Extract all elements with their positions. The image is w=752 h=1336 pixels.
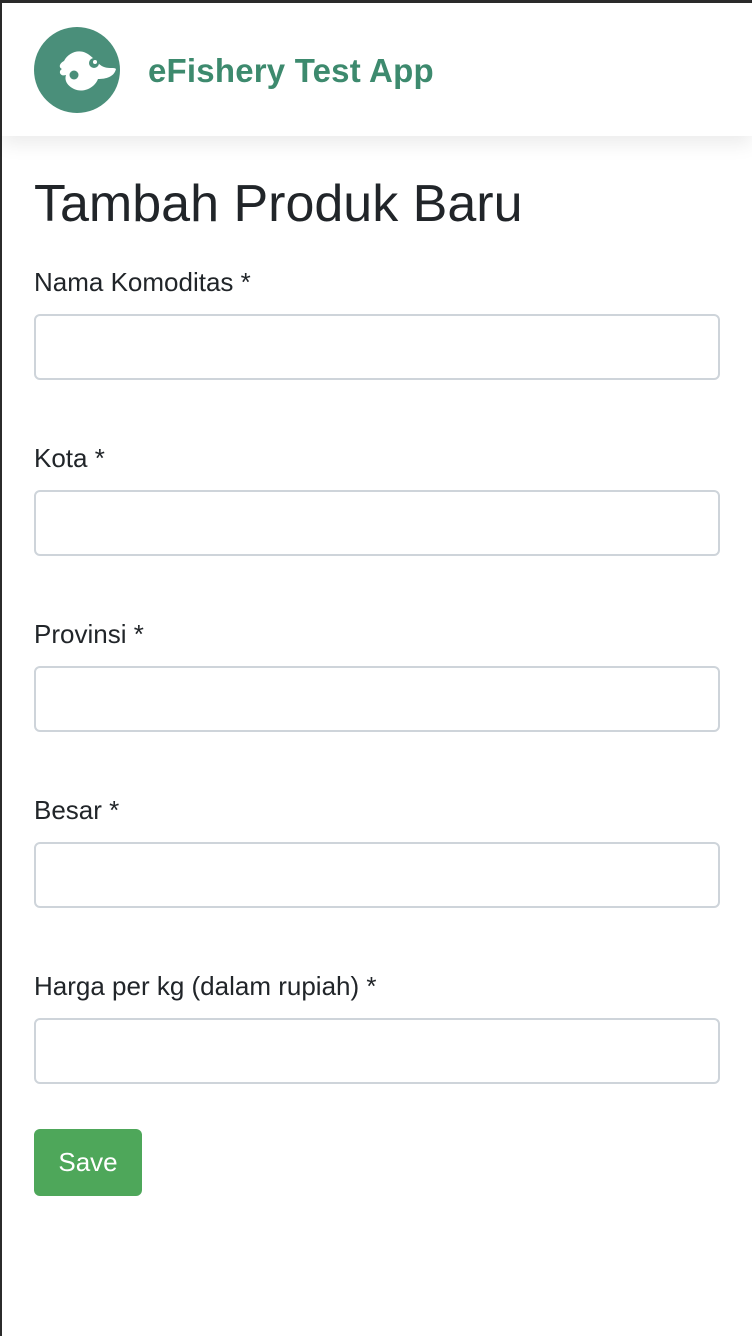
harga-input[interactable] (34, 1018, 720, 1084)
app-title[interactable]: eFishery Test App (148, 49, 434, 93)
page-title: Tambah Produk Baru (34, 175, 523, 233)
nama-komoditas-label: Nama Komoditas * (34, 267, 251, 297)
window-left-border (0, 0, 2, 1336)
fish-logo-icon[interactable] (34, 27, 120, 113)
form-group-nama-komoditas: Nama Komoditas * (34, 266, 720, 380)
kota-label: Kota * (34, 443, 105, 473)
form-group-kota: Kota * (34, 442, 720, 556)
form-group-harga: Harga per kg (dalam rupiah) * (34, 970, 720, 1084)
provinsi-label: Provinsi * (34, 619, 144, 649)
form-group-provinsi: Provinsi * (34, 618, 720, 732)
harga-label: Harga per kg (dalam rupiah) * (34, 971, 377, 1001)
besar-input[interactable] (34, 842, 720, 908)
navbar: eFishery Test App (2, 3, 752, 136)
save-button[interactable]: Save (34, 1129, 142, 1196)
besar-label: Besar * (34, 795, 120, 825)
nama-komoditas-input[interactable] (34, 314, 720, 380)
form-group-besar: Besar * (34, 794, 720, 908)
provinsi-input[interactable] (34, 666, 720, 732)
kota-input[interactable] (34, 490, 720, 556)
